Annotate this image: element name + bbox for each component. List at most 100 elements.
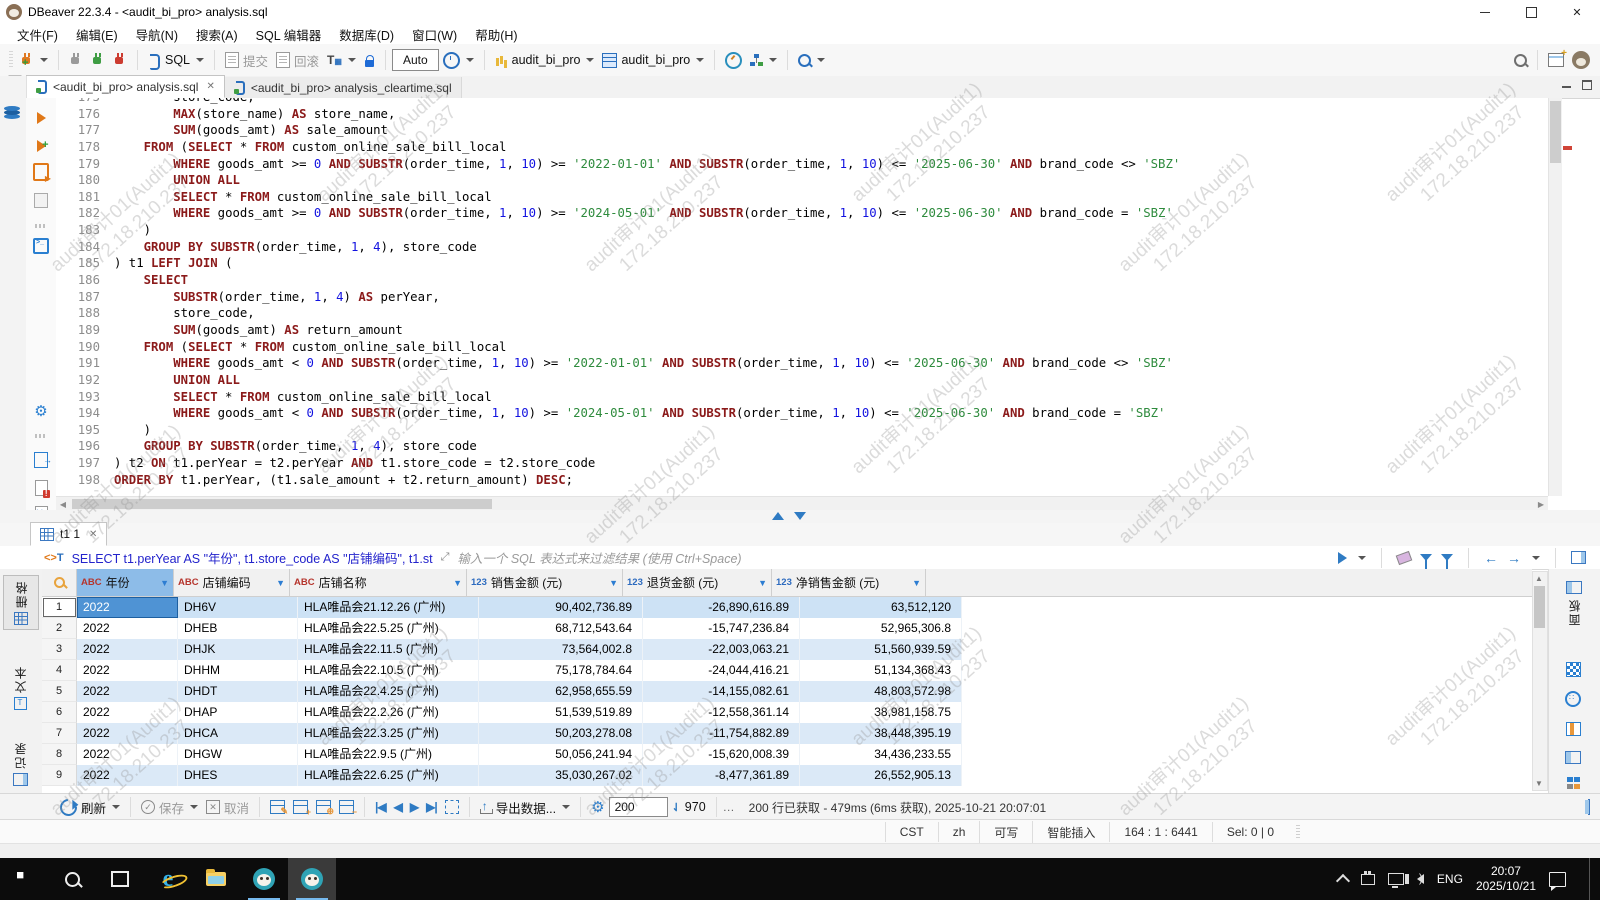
execute-script-button[interactable] [33,163,51,183]
column-filter-dropdown-icon[interactable]: ▼ [758,578,767,588]
table-cell[interactable]: 90,402,736.89 [479,597,643,618]
table-cell[interactable]: 2022 [77,660,178,681]
table-cell[interactable]: 2022 [77,597,178,618]
table-cell[interactable]: -11,754,882.89 [643,723,800,744]
transaction-mode-button[interactable]: T▦ [323,50,360,70]
export-from-query-button[interactable] [33,452,52,468]
panels-tab[interactable]: 面板 [1557,577,1591,630]
grid-vertical-scrollbar[interactable]: ▲ ▼ [1532,571,1548,791]
disconnect-button[interactable] [109,50,131,70]
column-header[interactable]: 123 销售金额 (元) ▼ [467,569,623,596]
editor-settings-button[interactable]: ⚙ [33,403,49,419]
maximize-editor-icon[interactable] [1582,80,1592,90]
action-center-icon[interactable] [1549,871,1566,891]
value-viewer-icon[interactable] [1565,661,1581,677]
table-row[interactable]: 4 2022 DHHM HLA唯品会22.10.5 (广州) 75,178,784.64… [42,660,1532,681]
row-number[interactable]: 1 [42,597,77,618]
editor-vertical-scrollbar[interactable] [1548,98,1562,496]
presentation-tab-record[interactable]: 记录 [3,737,37,790]
table-cell[interactable]: -15,620,008.39 [643,744,800,765]
row-number[interactable]: 8 [42,744,77,765]
table-cell[interactable]: DHEB [178,618,298,639]
table-cell[interactable]: HLA唯品会22.11.5 (广州) [298,639,479,660]
table-cell[interactable]: -14,155,082.61 [643,681,800,702]
execute-statement-button[interactable] [33,110,49,126]
table-cell[interactable]: 68,712,543.64 [479,618,643,639]
results-tab[interactable]: t1 1 ✕ [30,522,108,546]
new-connection-button[interactable] [16,50,52,70]
grid-corner-cell[interactable] [42,569,77,596]
table-cell[interactable]: -12,558,361.14 [643,702,800,723]
dashboard-button[interactable] [721,49,746,72]
menu-item[interactable]: 导航(N) [127,23,187,46]
statusbar-item[interactable]: 智能插入 [1032,820,1109,844]
table-row[interactable]: 5 2022 DHDT HLA唯品会22.4.25 (广州) 62,958,655.59… [42,681,1532,702]
row-number[interactable]: 4 [42,660,77,681]
table-cell[interactable]: HLA唯品会22.10.5 (广州) [298,660,479,681]
table-cell[interactable]: HLA唯品会22.2.26 (广州) [298,702,479,723]
table-cell[interactable]: DHHM [178,660,298,681]
dbeaver-taskbar-icon[interactable] [240,858,288,900]
table-cell[interactable]: -24,044,416.21 [643,660,800,681]
column-filter-dropdown-icon[interactable]: ▼ [609,578,618,588]
previous-page-button[interactable]: ◀ [390,797,406,817]
sql-editor[interactable]: 175 store_code,176 MAX(store_name) AS st… [56,98,1548,496]
table-cell[interactable]: 50,056,241.94 [479,744,643,765]
editor-horizontal-scrollbar[interactable]: ◀ ▶ [56,496,1548,511]
row-number[interactable]: 6 [42,702,77,723]
column-filter-dropdown-icon[interactable]: ▼ [276,578,285,588]
dbeaver-taskbar-icon-active[interactable] [288,858,336,900]
table-cell[interactable]: 34,436,233.55 [800,744,962,765]
new-sql-editor-button[interactable]: SQL [144,50,208,71]
table-cell[interactable]: DHES [178,765,298,786]
apply-filter-icon[interactable] [1338,551,1347,564]
table-cell[interactable]: 35,030,267.02 [479,765,643,786]
table-cell[interactable]: 75,178,784.64 [479,660,643,681]
statusbar-item[interactable]: CST [884,822,938,842]
reconnect-button[interactable] [87,50,109,70]
table-cell[interactable]: 2022 [77,765,178,786]
export-data-button[interactable]: 导出数据... [476,795,574,820]
references-panel-icon[interactable] [1565,749,1581,765]
column-header[interactable]: ABC 店铺编码 ▼ [174,569,290,596]
result-set-query-text[interactable]: SELECT t1.perYear AS "年份", t1.store_code… [72,548,433,567]
table-cell[interactable]: 73,564,002.8 [479,639,643,660]
open-perspective-button[interactable] [1544,48,1568,70]
first-page-button[interactable]: |◀ [371,797,390,817]
menu-item[interactable]: 文件(F) [8,23,67,46]
add-row-button[interactable]: + [289,797,312,817]
start-button[interactable] [0,858,48,900]
close-button[interactable] [1554,0,1600,24]
row-number[interactable]: 9 [42,765,77,786]
table-cell[interactable]: 38,448,395.19 [800,723,962,744]
table-cell[interactable]: 26,552,905.13 [800,765,962,786]
cancel-button[interactable]: ✕ 取消 [202,795,253,820]
table-cell[interactable]: 51,539,519.89 [479,702,643,723]
table-row[interactable]: 3 2022 DHJK HLA唯品会22.11.5 (广州) 73,564,002.8-… [42,639,1532,660]
menu-item[interactable]: 帮助(H) [466,23,526,46]
toggle-panel-icon[interactable] [1571,551,1586,564]
aggregate-panel-icon[interactable] [1565,721,1581,737]
table-cell[interactable]: -8,477,361.89 [643,765,800,786]
commit-mode-combo[interactable]: Auto [391,49,439,71]
edit-filter-icon[interactable] [1420,554,1432,571]
table-row[interactable]: 1 2022 DH6V HLA唯品会21.12.26 (广州) 90,402,736.8… [42,597,1532,618]
connection-selector[interactable]: audit_bi_pro [491,50,599,70]
back-icon[interactable]: ← [1484,551,1498,565]
filter-input-placeholder[interactable]: 输入一个 SQL 表达式来过滤结果 (使用 Ctrl+Space) [457,548,741,567]
edit-cell-button[interactable]: ✎ [266,797,289,817]
table-cell[interactable]: 62,958,655.59 [479,681,643,702]
duplicate-row-button[interactable]: ⊕ [312,797,335,817]
table-row[interactable]: 8 2022 DHGW HLA唯品会22.9.5 (广州) 50,056,241.94-… [42,744,1532,765]
statusbar-item[interactable]: 可写 [979,820,1032,844]
maximize-editor-area-icon[interactable] [794,512,806,520]
execute-new-tab-button[interactable] [33,138,49,154]
quick-access-search-icon[interactable] [1510,51,1531,70]
sql-console-button[interactable] [33,238,49,254]
schema-selector[interactable]: audit_bi_pro [598,50,708,71]
table-cell[interactable]: 2022 [77,681,178,702]
table-cell[interactable]: 51,560,939.59 [800,639,962,660]
table-cell[interactable]: 48,803,572.98 [800,681,962,702]
statusbar-item[interactable]: Sel: 0 | 0 [1211,822,1288,842]
forward-icon[interactable]: → [1507,551,1521,565]
